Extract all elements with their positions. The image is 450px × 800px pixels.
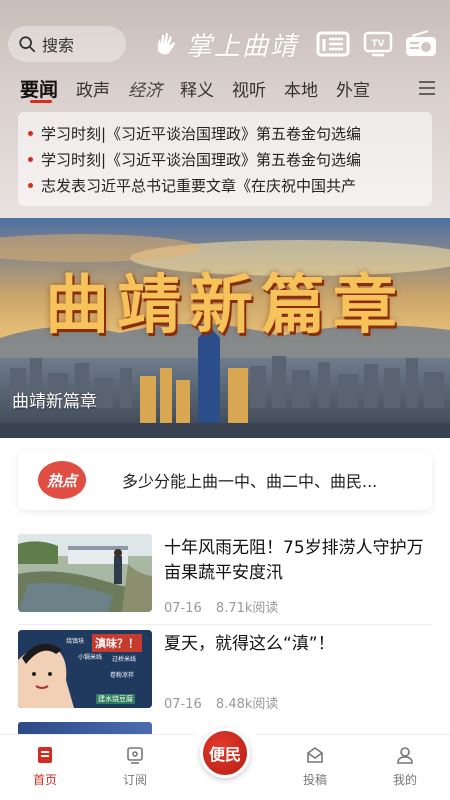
nav-home-label: 首页 xyxy=(32,773,57,787)
tab-local[interactable]: 本地 xyxy=(275,76,327,101)
headline-ticker: 学习时刻|《习近平谈治国理政》第五卷金句选编 学习时刻|《习近平谈治国理政》第五… xyxy=(18,112,432,206)
newspaper-icon[interactable] xyxy=(316,30,350,58)
radio-icon[interactable] xyxy=(404,30,438,58)
article-title: 十年风雨无阻！75岁排涝人守护万亩果蔬平安度汛 xyxy=(164,538,424,583)
headline-item[interactable]: 学习时刻|《习近平谈治国理政》第五卷金句选编 xyxy=(28,120,432,146)
flood-worker-photo xyxy=(18,534,152,612)
hand-logo-icon xyxy=(157,33,175,55)
article-thumbnail xyxy=(18,534,152,612)
article-meta: 07-16 8.48k阅读 xyxy=(164,693,278,712)
hero-banner[interactable]: 曲靖新篇章 曲靖新篇章 xyxy=(0,218,450,438)
bullet-dot xyxy=(28,156,33,162)
tab-news[interactable]: 要闻 xyxy=(0,75,67,102)
subscribe-icon xyxy=(127,747,143,764)
thumb-item: 过桥米线 xyxy=(112,656,137,663)
article-reads: 8.48k阅读 xyxy=(215,697,279,712)
search-label: 搜索 xyxy=(42,36,75,55)
hot-topic-text: 多少分能上曲一中、曲二中、曲民... xyxy=(122,472,378,491)
nav-submit[interactable]: 投稿 xyxy=(285,745,345,788)
convenience-service-button[interactable]: 便民 xyxy=(200,728,250,778)
thumb-item: 烧饵块 xyxy=(66,638,85,645)
nav-subscribe-label: 订阅 xyxy=(122,773,147,787)
channel-tabs: 要闻 政声 经济 释义 视听 本地 外宣 xyxy=(0,70,450,106)
home-icon xyxy=(38,747,52,763)
logo-text: 掌上曲靖 xyxy=(186,31,299,62)
bullet-dot xyxy=(28,182,33,188)
user-icon xyxy=(397,747,413,764)
hot-badge: 热点 xyxy=(38,461,86,499)
tab-publicity[interactable]: 外宣 xyxy=(327,76,379,101)
banner-title-art: 曲靖新篇章 xyxy=(45,268,405,343)
nav-subscribe[interactable]: 订阅 xyxy=(105,745,165,788)
article-reads: 8.71k阅读 xyxy=(215,601,279,616)
divider xyxy=(18,624,432,625)
headline-item[interactable]: 志发表习近平总书记重要文章《在庆祝中国共产 xyxy=(28,172,432,198)
bullet-dot xyxy=(28,130,33,136)
nav-home[interactable]: 首页 xyxy=(15,745,75,788)
tab-interpretation[interactable]: 释义 xyxy=(171,76,223,101)
nav-mine[interactable]: 我的 xyxy=(375,745,435,788)
nav-submit-label: 投稿 xyxy=(302,773,327,787)
tab-politics[interactable]: 政声 xyxy=(67,76,119,101)
tab-audiovisual[interactable]: 视听 xyxy=(223,76,275,101)
headline-text: 学习时刻|《习近平谈治国理政》第五卷金句选编 xyxy=(41,150,362,169)
article-title: 夏天，就得这么“滇”！ xyxy=(164,634,335,654)
article-item[interactable]: 滇味？！ 烧饵块 小锅米线 过桥米线 卷粉凉拌 建水烧豆腐 夏天，就得这么“滇”… xyxy=(18,630,432,714)
thumb-item: 小锅米线 xyxy=(78,654,103,661)
article-meta: 07-16 8.71k阅读 xyxy=(164,597,278,616)
article-date: 07-16 xyxy=(164,601,202,616)
app-root: 搜索 掌上曲靖 TV 要闻 政声 经济 释义 视听 本地 外宣 学习时刻|《习近… xyxy=(0,0,450,800)
headline-text: 志发表习近平总书记重要文章《在庆祝中国共产 xyxy=(41,176,357,195)
tab-economy[interactable]: 经济 xyxy=(119,76,171,101)
headline-text: 学习时刻|《习近平谈治国理政》第五卷金句选编 xyxy=(41,124,362,143)
tv-icon[interactable]: TV xyxy=(362,30,396,58)
nav-mine-label: 我的 xyxy=(392,773,417,787)
svg-text:TV: TV xyxy=(371,39,384,49)
headline-item[interactable]: 学习时刻|《习近平谈治国理政》第五卷金句选编 xyxy=(28,146,432,172)
article-date: 07-16 xyxy=(164,697,202,712)
submit-icon xyxy=(307,747,323,763)
thumb-item: 卷粉凉拌 xyxy=(110,672,135,679)
banner-caption: 曲靖新篇章 xyxy=(12,392,97,412)
hot-topic-card[interactable]: 热点 多少分能上曲一中、曲二中、曲民... xyxy=(18,450,432,510)
search-bar[interactable]: 搜索 xyxy=(8,26,126,62)
search-icon xyxy=(19,36,36,53)
article-thumbnail: 滇味？！ 烧饵块 小锅米线 过桥米线 卷粉凉拌 建水烧豆腐 xyxy=(18,630,152,708)
app-logo: 掌上曲靖 xyxy=(152,26,298,62)
next-article-thumbnail xyxy=(18,722,152,734)
menu-icon[interactable] xyxy=(418,80,436,96)
active-tab-indicator xyxy=(30,100,52,103)
thumb-item: 建水烧豆腐 xyxy=(96,694,135,704)
article-item[interactable]: 十年风雨无阻！75岁排涝人守护万亩果蔬平安度汛 07-16 8.71k阅读 xyxy=(18,534,432,618)
thumb-tag: 滇味？！ xyxy=(92,634,142,652)
